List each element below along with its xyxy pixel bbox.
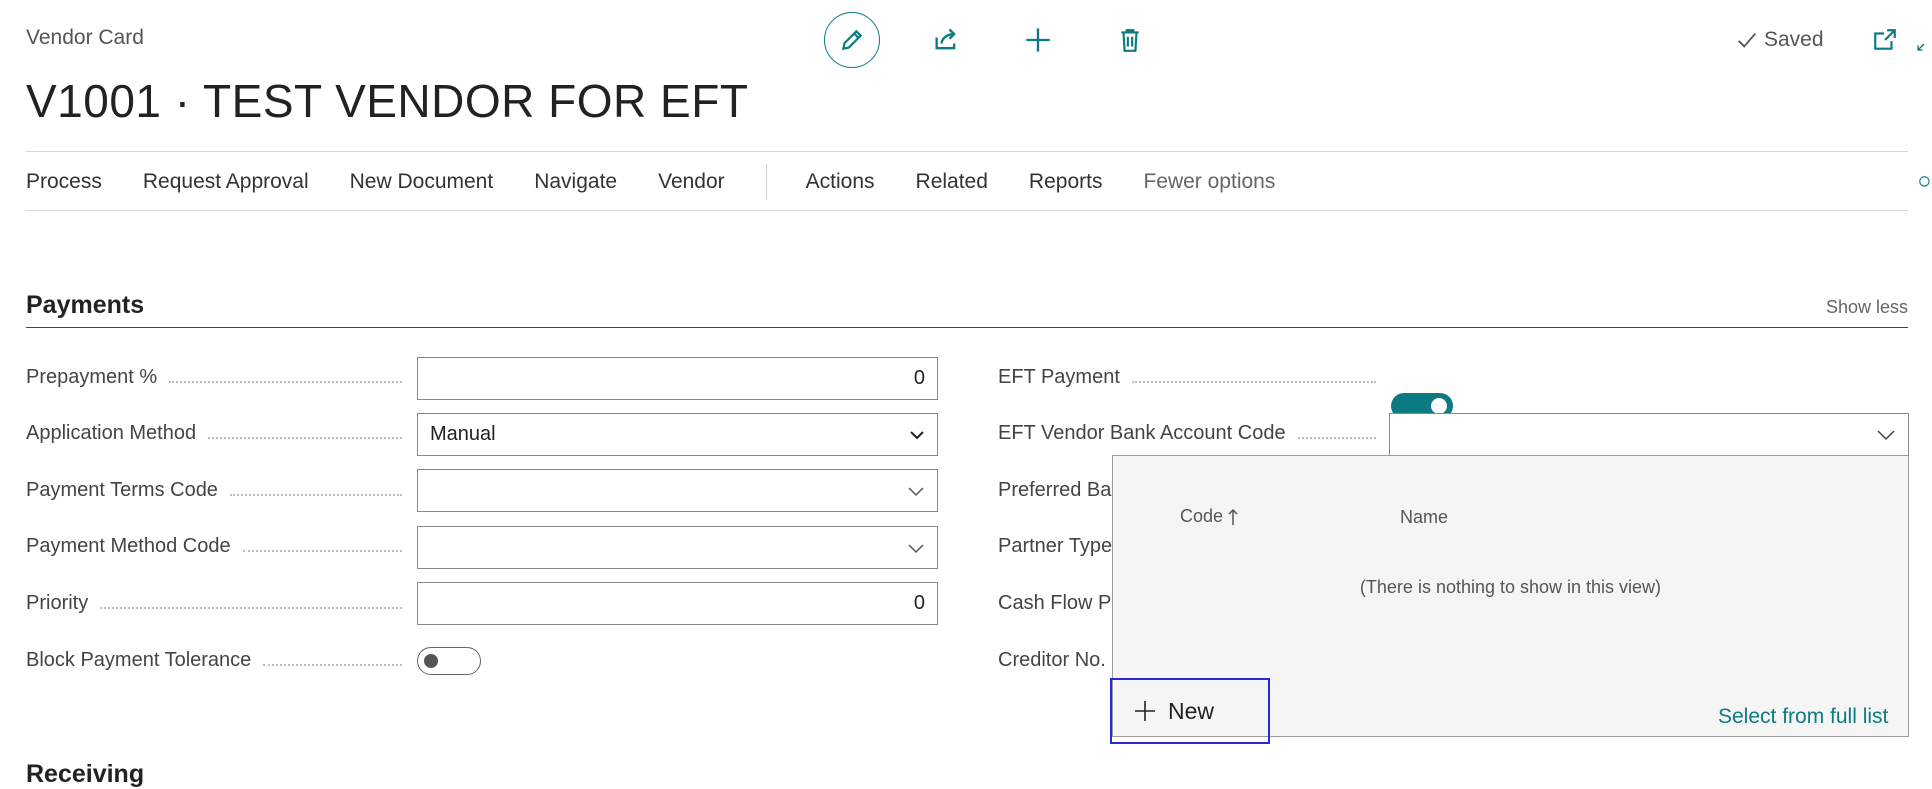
label-prepayment: Prepayment % (26, 366, 416, 389)
share-button[interactable] (928, 22, 964, 58)
delete-icon (1121, 29, 1139, 52)
add-icon (1026, 28, 1050, 52)
label-eft-payment: EFT Payment (998, 366, 1390, 389)
open-new-window-button[interactable] (1868, 24, 1902, 56)
column-header-name[interactable]: Name (1400, 507, 1448, 528)
label-payment-terms-code: Payment Terms Code (26, 479, 416, 502)
toggle-knob (1431, 398, 1447, 414)
label-application-method: Application Method (26, 422, 416, 445)
edit-button[interactable] (824, 12, 880, 68)
checkmark-icon (1738, 32, 1756, 48)
payment-terms-code-input[interactable] (417, 469, 938, 512)
label-priority: Priority (26, 592, 416, 615)
collapse-button[interactable] (1916, 30, 1932, 58)
label-partner-type: Partner Type (998, 535, 1113, 557)
payment-method-code-input[interactable] (417, 526, 938, 569)
menu-related[interactable]: Related (916, 170, 988, 194)
label-eft-vendor-bank-account-code: EFT Vendor Bank Account Code (998, 422, 1390, 445)
section-divider (26, 327, 1908, 328)
action-bar: Process Request Approval New Document Na… (26, 164, 1316, 200)
search-button[interactable] (1918, 168, 1932, 196)
select-from-full-list-link[interactable]: Select from full list (1718, 705, 1888, 729)
label-payment-method-code: Payment Method Code (26, 535, 416, 558)
menu-fewer-options[interactable]: Fewer options (1143, 170, 1275, 194)
new-button[interactable] (1020, 22, 1056, 58)
application-method-select[interactable]: Manual (417, 413, 938, 456)
chevron-down-icon (908, 486, 924, 496)
menu-new-document[interactable]: New Document (350, 170, 494, 194)
new-button[interactable]: New (1110, 678, 1270, 744)
eft-vendor-bank-account-code-input[interactable] (1389, 413, 1909, 456)
open-new-window-icon (1874, 29, 1896, 50)
header-divider (26, 151, 1908, 152)
priority-input[interactable]: 0 (417, 582, 938, 625)
menu-process[interactable]: Process (26, 170, 102, 194)
menu-reports[interactable]: Reports (1029, 170, 1103, 194)
chevron-down-icon (910, 430, 924, 439)
menu-request-approval[interactable]: Request Approval (143, 170, 309, 194)
prepayment-input[interactable]: 0 (417, 357, 938, 400)
delete-button[interactable] (1112, 22, 1148, 58)
saved-status: Saved (1736, 28, 1824, 52)
menu-navigate[interactable]: Navigate (534, 170, 617, 194)
block-payment-tolerance-toggle[interactable] (417, 647, 481, 675)
empty-list-message: (There is nothing to show in this view) (1359, 577, 1662, 597)
toggle-knob (424, 654, 438, 668)
label-preferred-bank: Preferred Ba (998, 479, 1112, 501)
menu-divider (26, 210, 1908, 211)
label-block-payment-tolerance: Block Payment Tolerance (26, 649, 416, 672)
section-title-receiving: Receiving (26, 760, 145, 788)
sort-ascending-icon (1228, 508, 1238, 525)
menu-separator (765, 164, 767, 200)
section-title-payments: Payments (26, 291, 145, 319)
add-icon (1135, 701, 1155, 721)
menu-vendor[interactable]: Vendor (658, 170, 725, 194)
saved-label: Saved (1764, 28, 1824, 51)
column-header-code[interactable]: Code (1180, 506, 1239, 527)
edit-icon (841, 29, 863, 51)
share-icon (935, 28, 956, 50)
show-less-link[interactable]: Show less (1826, 297, 1908, 318)
label-cash-flow-payment: Cash Flow Pa (998, 592, 1123, 614)
menu-actions[interactable]: Actions (806, 170, 875, 194)
collapse-icon (1917, 43, 1925, 51)
chevron-down-icon (1877, 429, 1895, 440)
label-creditor-no: Creditor No. (998, 649, 1106, 671)
page-caption: Vendor Card (26, 26, 144, 49)
chevron-down-icon (908, 543, 924, 553)
search-icon (1919, 176, 1930, 187)
page-title: V1001 · TEST VENDOR FOR EFT (26, 75, 749, 127)
